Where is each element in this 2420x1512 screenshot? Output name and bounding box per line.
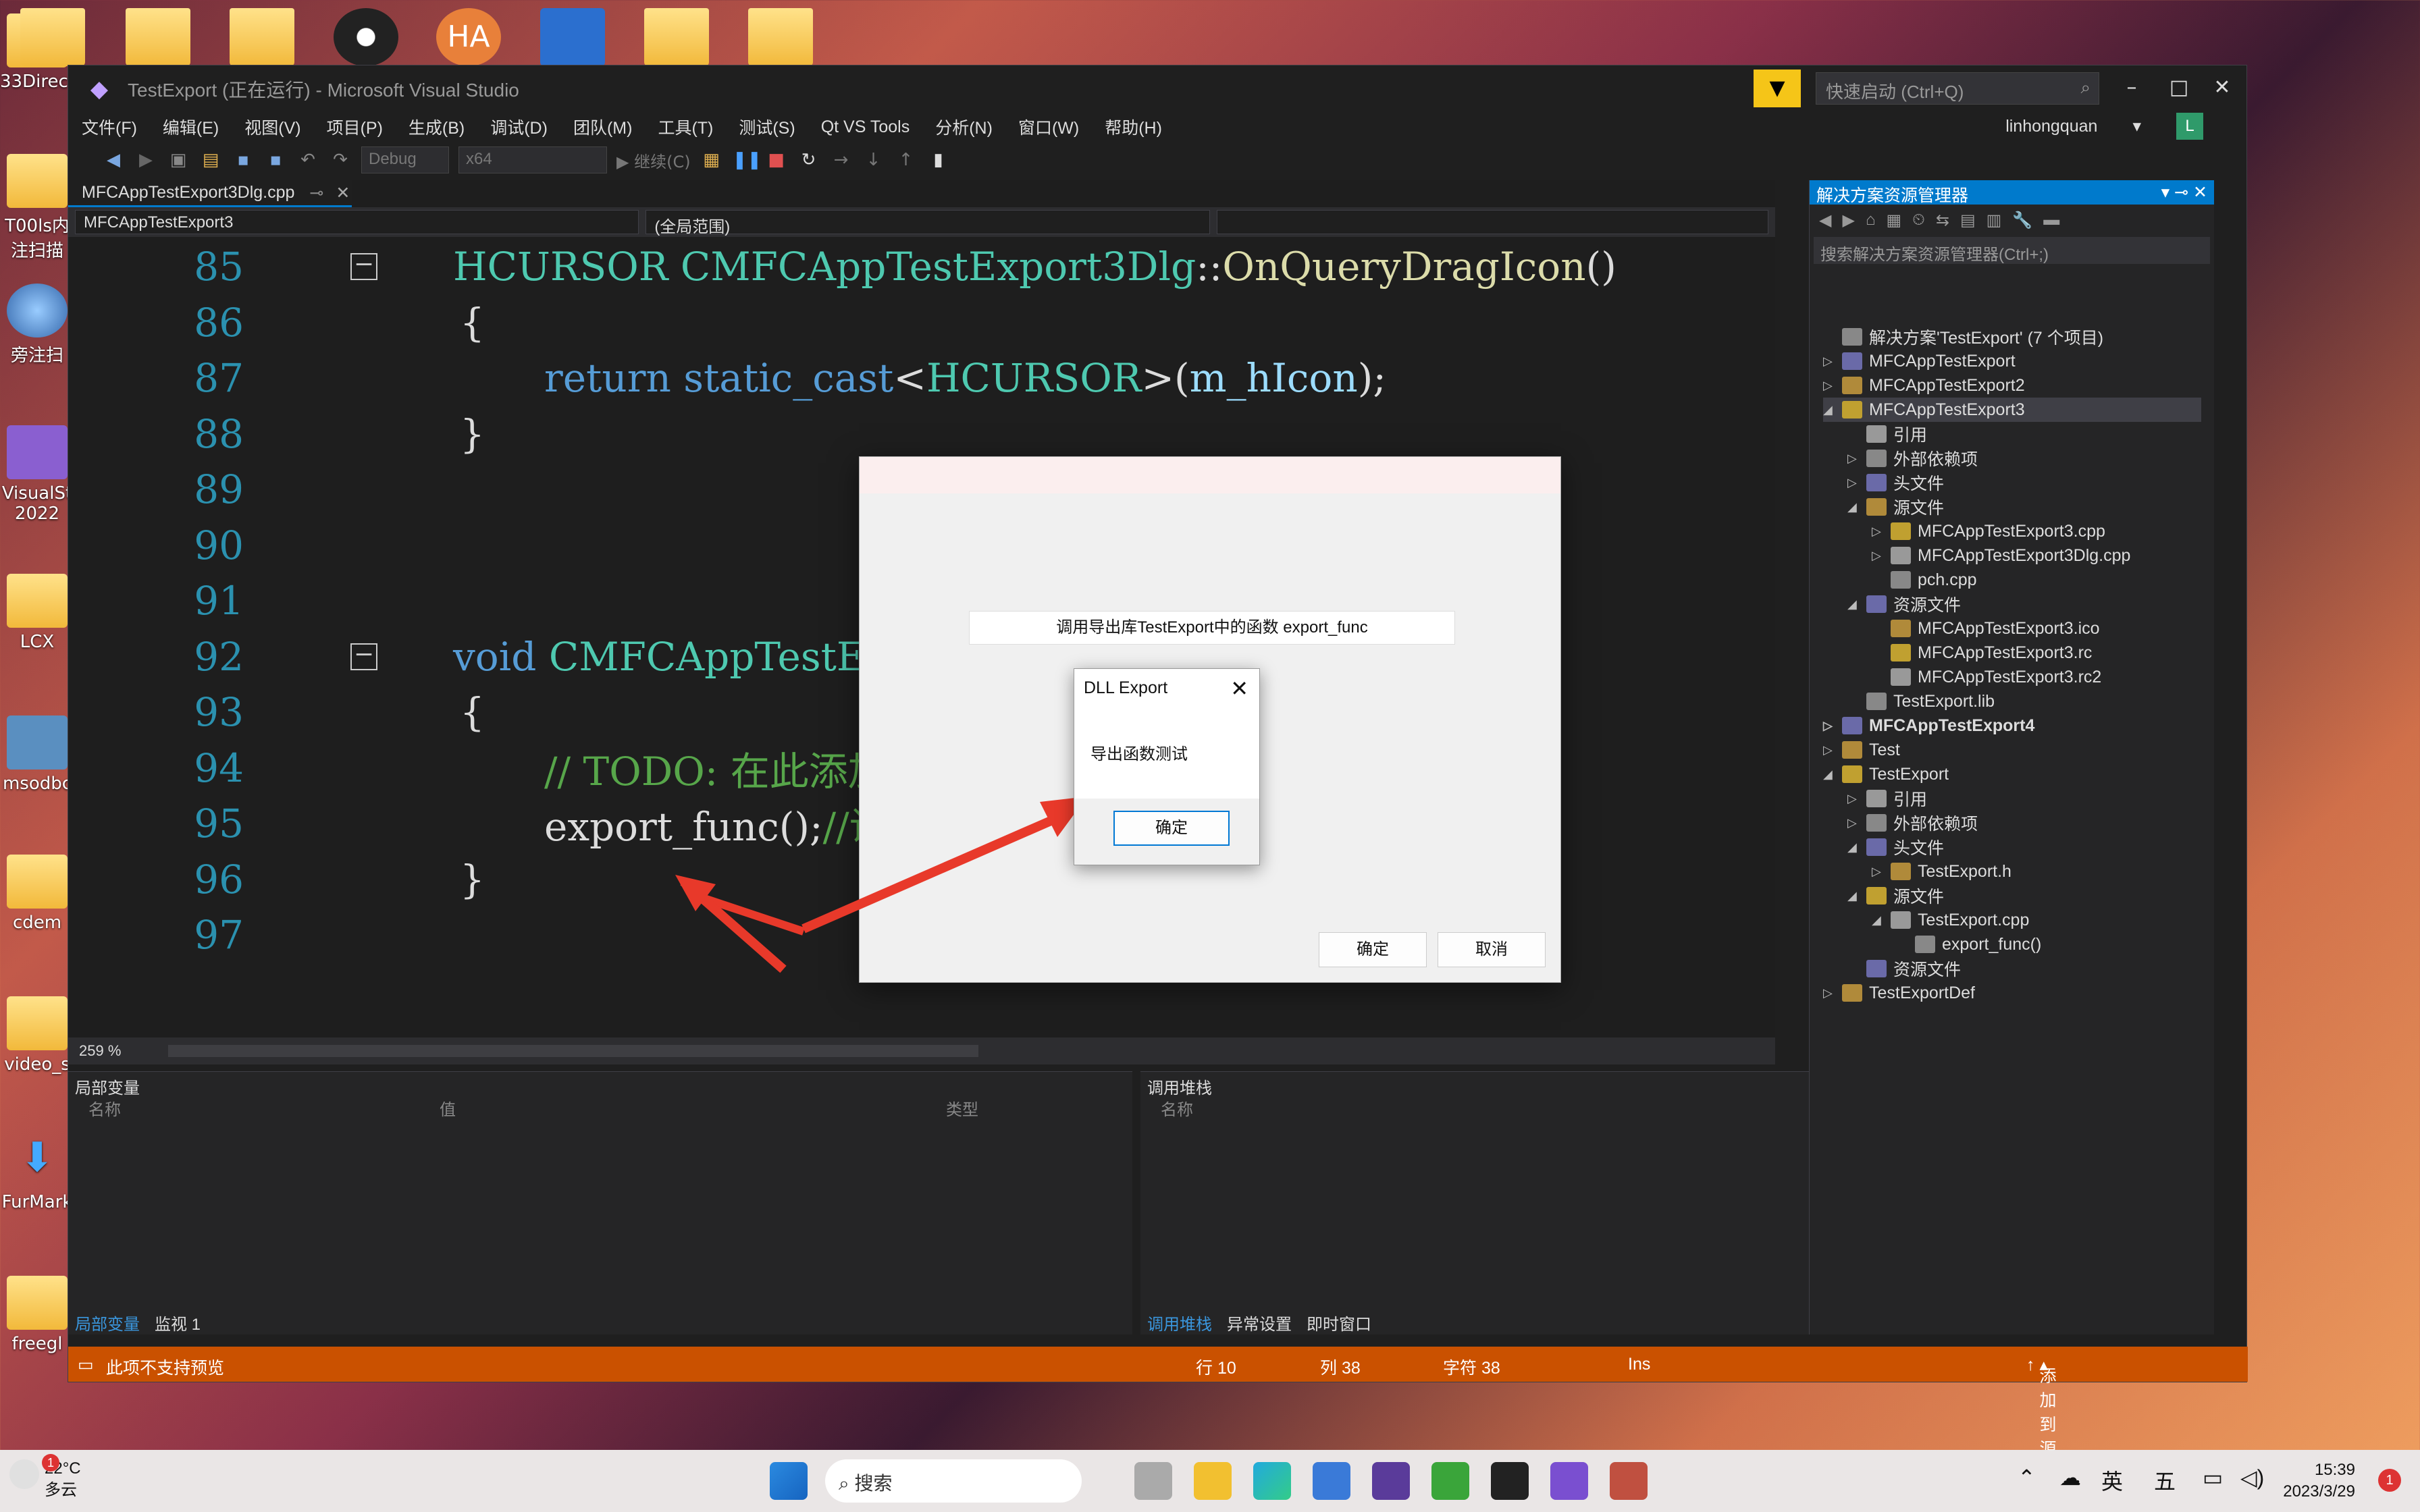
cloud-icon [9,1459,39,1489]
notification-badge[interactable]: 1 [2378,1469,2401,1492]
terminal-icon[interactable] [1491,1462,1529,1500]
file-explorer-icon[interactable] [1194,1462,1232,1500]
weather-condition: 多云 [45,1481,77,1499]
visual-studio-2022-icon[interactable] [1550,1462,1588,1500]
onedrive-icon[interactable]: ☁ [2059,1465,2081,1490]
message-box-title-bar[interactable]: DLL Export ✕ [1074,669,1259,707]
annotation-arrow [801,812,1062,934]
start-icon[interactable] [770,1462,808,1500]
message-box: DLL Export ✕ 导出函数测试 确定 [1074,668,1260,865]
store-icon[interactable] [1313,1462,1350,1500]
mfc-app-icon[interactable] [1610,1462,1648,1500]
chevron-up-icon[interactable]: ⌃ [2018,1465,2036,1490]
weather-badge: 1 [42,1454,59,1472]
ime-mode[interactable]: 五 [2154,1465,2176,1496]
taskbar: 22°C 多云 1 ⌕ 搜索 ⌃ ☁ 英 五 ▭ ◁) 15:39 2023/3… [0,1450,2420,1512]
close-icon[interactable]: ✕ [1230,676,1248,701]
network-icon[interactable]: ▭ [2203,1465,2223,1490]
message-box-body: 导出函数测试 [1074,707,1259,799]
task-view-icon[interactable] [1134,1462,1172,1500]
ime-language[interactable]: 英 [2101,1465,2123,1496]
volume-icon[interactable]: ◁) [2240,1465,2264,1490]
visual-studio-taskbar-icon[interactable] [1372,1462,1410,1500]
taskbar-search-input[interactable]: ⌕ 搜索 [825,1459,1082,1503]
message-box-ok-button[interactable]: 确定 [1113,811,1230,846]
clock[interactable]: 15:39 2023/3/29 [2283,1459,2355,1503]
qt-creator-icon[interactable] [1431,1462,1469,1500]
edge-icon[interactable] [1253,1462,1291,1500]
